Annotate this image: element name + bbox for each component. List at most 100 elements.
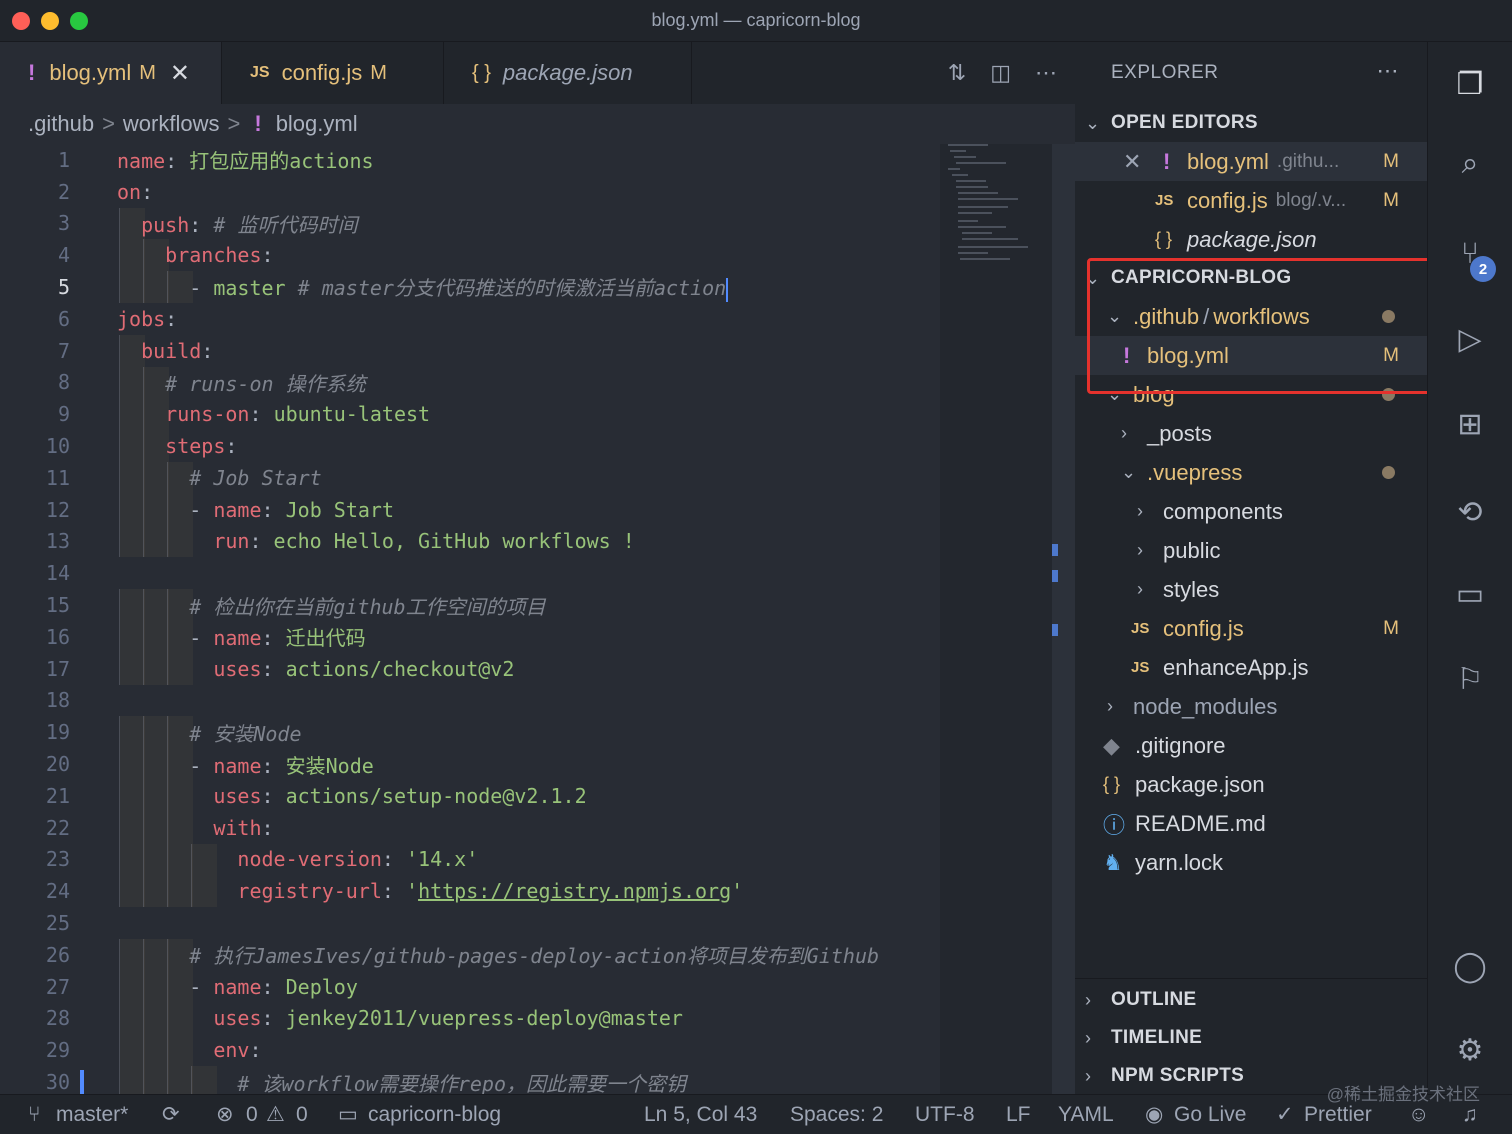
code-line[interactable]: 19 # 安装Node <box>0 716 940 749</box>
account-icon[interactable]: ◯ <box>1448 944 1492 988</box>
code-line[interactable]: 26 # 执行JamesIves/github-pages-deploy-act… <box>0 938 940 971</box>
minimap[interactable] <box>940 144 1052 1094</box>
section-outline[interactable]: › OUTLINE <box>1075 981 1427 1019</box>
code-line[interactable]: 21 uses: actions/setup-node@v2.1.2 <box>0 779 940 812</box>
maximize-window-button[interactable] <box>70 12 88 30</box>
code-line[interactable]: 27 - name: Deploy <box>0 970 940 1003</box>
line-ending[interactable]: LF <box>1006 1103 1031 1127</box>
section-timeline[interactable]: › TIMELINE <box>1075 1019 1427 1057</box>
prettier-button[interactable]: Prettier <box>1304 1103 1372 1127</box>
file-name: package.json <box>1135 771 1265 797</box>
bookmark-icon[interactable]: ⚐ <box>1448 657 1492 701</box>
code-line[interactable]: 28 uses: jenkey2011/vuepress-deploy@mast… <box>0 1002 940 1035</box>
breadcrumb-item[interactable]: blog.yml <box>276 111 358 137</box>
code-line[interactable]: 4 branches: <box>0 239 940 272</box>
code-editor[interactable]: 1 name: 打包应用的actions 2 on: 3 push: # 监听代码时间 4… <box>0 144 940 1094</box>
split-editor-icon[interactable]: ◫ <box>990 60 1011 86</box>
tree-file-package-json[interactable]: { } package.json <box>1075 765 1427 804</box>
code-line[interactable]: 10 steps: <box>0 430 940 462</box>
code-line[interactable]: 5 - master # master分支代码推送的时候激活当前action <box>0 271 940 303</box>
code-line[interactable]: 24 registry-url: 'https://registry.npmjs… <box>0 875 940 908</box>
code-text: push: # 监听代码时间 <box>117 209 357 238</box>
error-count[interactable]: 0 <box>246 1103 258 1127</box>
code-line[interactable]: 7 build: <box>0 334 940 367</box>
tree-folder-components[interactable]: › components <box>1075 492 1427 531</box>
open-editor-item[interactable]: JS config.js blog/.v... M <box>1075 181 1427 220</box>
warning-count[interactable]: 0 <box>296 1103 308 1127</box>
code-line[interactable]: 25 <box>0 907 940 939</box>
tab-package-json[interactable]: { } package.json <box>444 42 692 104</box>
workspace-folder[interactable]: capricorn-blog <box>368 1103 501 1127</box>
code-line[interactable]: 11 # Job Start <box>0 461 940 494</box>
search-icon[interactable]: ⌕ <box>1448 142 1492 186</box>
open-editor-item[interactable]: { } package.json <box>1075 220 1427 259</box>
code-line[interactable]: 6 jobs: <box>0 303 940 335</box>
tree-folder-public[interactable]: › public <box>1075 531 1427 570</box>
close-icon[interactable]: ✕ <box>1123 149 1163 175</box>
minimize-window-button[interactable] <box>41 12 59 30</box>
tree-folder-node-modules[interactable]: › node_modules <box>1075 687 1427 726</box>
git-branch[interactable]: master* <box>56 1103 128 1127</box>
tree-folder-styles[interactable]: › styles <box>1075 570 1427 609</box>
go-live-button[interactable]: Go Live <box>1174 1103 1246 1127</box>
tree-file-gitignore[interactable]: ◆ .gitignore <box>1075 726 1427 765</box>
code-line[interactable]: 9 runs-on: ubuntu-latest <box>0 398 940 431</box>
breadcrumb-item[interactable]: .github <box>28 111 94 137</box>
line-number: 16 <box>45 624 70 649</box>
code-line[interactable]: 2 on: <box>0 176 940 208</box>
feedback-icon[interactable]: ☺ <box>1408 1103 1429 1127</box>
token-value: Job Start <box>285 497 394 522</box>
close-window-button[interactable] <box>12 12 30 30</box>
code-line[interactable]: 12 - name: Job Start <box>0 493 940 526</box>
run-debug-icon[interactable]: ▷ <box>1448 317 1492 361</box>
section-open-editors[interactable]: ⌄ OPEN EDITORS <box>1075 104 1427 142</box>
code-line[interactable]: 29 env: <box>0 1034 940 1067</box>
code-line[interactable]: 1 name: 打包应用的actions <box>0 144 940 176</box>
token-colon: : <box>249 402 274 427</box>
tree-folder-posts[interactable]: › _posts <box>1075 414 1427 453</box>
tree-file-enhanceapp[interactable]: JS enhanceApp.js <box>1075 648 1427 687</box>
tree-file-config-js[interactable]: JS config.js M <box>1075 609 1427 648</box>
tab-config-js[interactable]: JS config.js M <box>222 42 444 104</box>
code-line[interactable]: 30 # 该workflow需要操作repo，因此需要一个密钥 <box>0 1066 940 1094</box>
code-line[interactable]: 17 uses: actions/checkout@v2 <box>0 652 940 685</box>
code-line[interactable]: 15 # 检出你在当前github工作空间的项目 <box>0 589 940 621</box>
code-line[interactable]: 3 push: # 监听代码时间 <box>0 207 940 240</box>
more-actions-icon[interactable]: ⋯ <box>1035 60 1057 86</box>
code-line[interactable]: 22 with: <box>0 811 940 844</box>
modified-badge: M <box>1383 150 1399 172</box>
code-line[interactable]: 13 run: echo Hello, GitHub workflows ! <box>0 525 940 558</box>
tree-file-yarn-lock[interactable]: ♞ yarn.lock <box>1075 843 1427 882</box>
remote-icon[interactable]: ⟲ <box>1448 490 1492 534</box>
code-line[interactable]: 18 <box>0 685 940 717</box>
tree-file-readme[interactable]: ⓘ README.md <box>1075 804 1427 843</box>
tab-blog-yml[interactable]: ! blog.yml M ✕ <box>0 42 222 104</box>
more-actions-icon[interactable]: ⋯ <box>1377 58 1400 84</box>
code-text: on: <box>117 180 153 204</box>
folder-icon[interactable]: ▭ <box>1448 572 1492 616</box>
code-line[interactable]: 16 - name: 迁出代码 <box>0 620 940 653</box>
open-editor-item[interactable]: ✕ ! blog.yml .githu... M <box>1075 142 1427 181</box>
tree-folder-vuepress[interactable]: ⌄ .vuepress <box>1075 453 1427 492</box>
indentation[interactable]: Spaces: 2 <box>790 1103 883 1127</box>
encoding[interactable]: UTF-8 <box>915 1103 975 1127</box>
gear-icon[interactable]: ⚙ <box>1448 1028 1492 1072</box>
extensions-icon[interactable]: ⊞ <box>1448 402 1492 446</box>
open-changes-icon[interactable]: ⇅ <box>948 60 966 86</box>
code-line[interactable]: 8 # runs-on 操作系统 <box>0 366 940 399</box>
code-line[interactable]: 23 node-version: '14.x' <box>0 843 940 876</box>
line-number: 6 <box>57 306 70 331</box>
editor-scrollbar[interactable] <box>1052 144 1075 1094</box>
language-mode[interactable]: YAML <box>1058 1103 1114 1127</box>
files-icon[interactable]: ❐ <box>1448 62 1492 106</box>
sync-icon[interactable]: ⟳ <box>162 1102 180 1127</box>
code-line[interactable]: 14 <box>0 557 940 589</box>
breadcrumb-item[interactable]: workflows <box>123 111 220 137</box>
bell-icon[interactable]: ♫ <box>1462 1103 1478 1127</box>
code-line[interactable]: 20 - name: 安装Node <box>0 748 940 780</box>
close-icon[interactable]: ✕ <box>170 59 190 88</box>
scroll-change-marker <box>1052 570 1058 582</box>
cursor-position[interactable]: Ln 5, Col 43 <box>644 1103 757 1127</box>
